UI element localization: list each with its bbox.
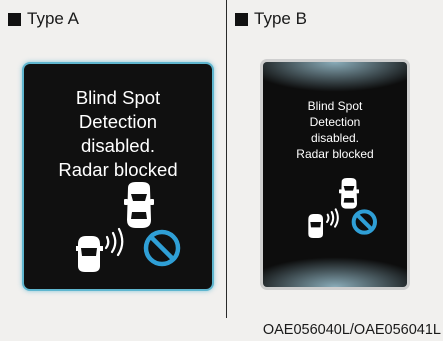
radar-waves-icon: [104, 227, 124, 257]
prohibited-icon: [143, 229, 181, 267]
type-b-label: Type B: [254, 9, 307, 28]
cluster-display-type-b: Blind Spot Detection disabled. Radar blo…: [263, 62, 407, 287]
type-a-heading: Type A: [8, 9, 79, 29]
prohibited-icon: [351, 209, 377, 235]
type-a-label: Type A: [27, 9, 79, 28]
figure-code: OAE056040L/OAE056041L: [262, 322, 441, 338]
car-icon: [308, 214, 323, 238]
warning-message-type-b: Blind Spot Detection disabled. Radar blo…: [296, 99, 374, 161]
car-icon: [124, 182, 154, 228]
black-square-icon: [8, 12, 21, 26]
type-b-panel: Type B Blind Spot Detection disabled. Ra…: [227, 0, 443, 320]
car-icon: [339, 178, 359, 209]
car-icon: [76, 236, 103, 272]
radar-waves-icon: [326, 208, 339, 228]
type-a-panel: Type A Blind Spot Detection disabled. Ra…: [0, 0, 226, 320]
cluster-display-type-a: Blind Spot Detection disabled. Radar blo…: [24, 64, 212, 289]
black-square-icon: [235, 12, 248, 26]
blind-spot-graphic-type-b: [308, 178, 377, 238]
type-b-heading: Type B: [235, 9, 307, 29]
warning-message-type-a: Blind Spot Detection disabled. Radar blo…: [58, 87, 178, 180]
blind-spot-graphic-type-a: [76, 182, 181, 272]
